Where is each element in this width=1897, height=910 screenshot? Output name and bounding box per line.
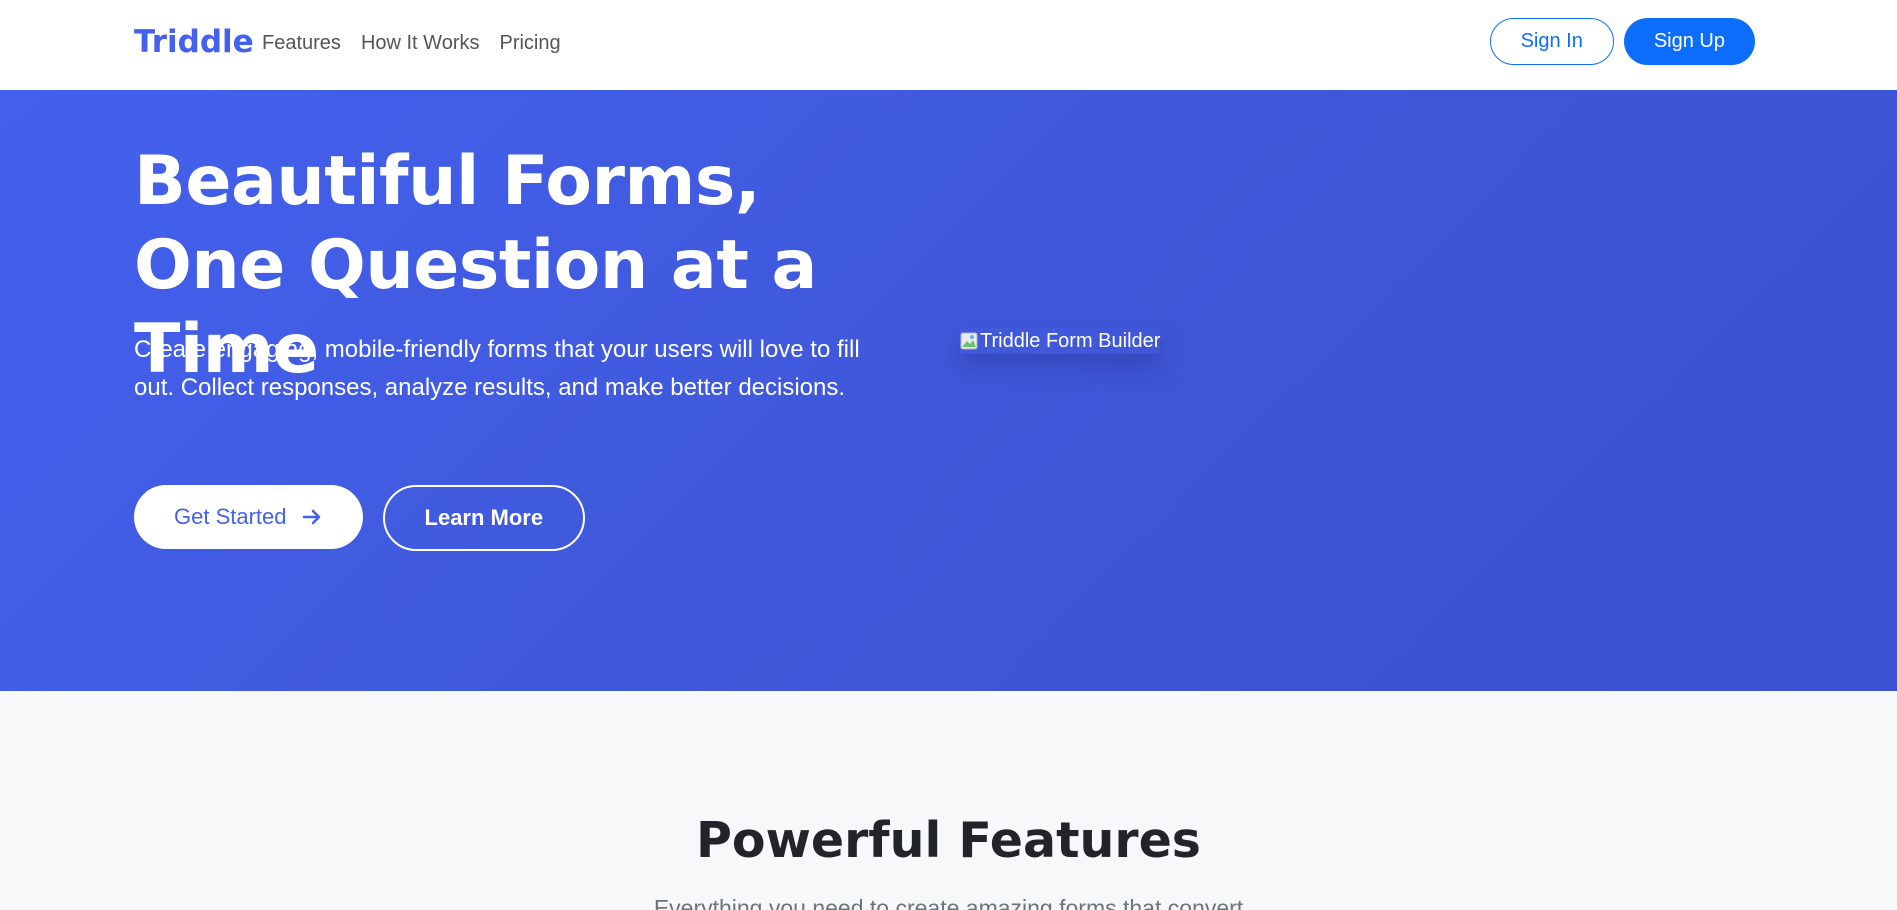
get-started-label: Get Started — [174, 504, 287, 529]
hero-subtitle: Create engaging, mobile-friendly forms t… — [134, 336, 860, 401]
broken-image-icon — [960, 332, 978, 350]
features-subtitle: Everything you need to create amazing fo… — [653, 895, 1244, 910]
nav-links: Features How It Works Pricing — [262, 30, 581, 56]
arrow-right-icon — [301, 506, 323, 528]
navbar: Triddle Features How It Works Pricing Si… — [0, 0, 1897, 90]
nav-actions: Sign In Sign Up — [1489, 18, 1755, 65]
nav-link-pricing[interactable]: Pricing — [499, 30, 560, 56]
nav-link-how-it-works[interactable]: How It Works — [361, 30, 480, 56]
sign-up-button[interactable]: Sign Up — [1623, 18, 1755, 65]
brand-logo[interactable]: Triddle — [134, 22, 254, 62]
hero-section: Beautiful Forms, One Question at a Time … — [0, 90, 1897, 691]
page: Triddle Features How It Works Pricing Si… — [0, 0, 1897, 910]
hero-actions: Get Started Learn More — [134, 485, 586, 551]
hero-image-alt-text: Triddle Form Builder — [980, 330, 1161, 352]
hero-image: Triddle Form Builder — [960, 328, 1160, 354]
features-title: Powerful Features — [696, 812, 1201, 869]
learn-more-button[interactable]: Learn More — [382, 485, 586, 551]
nav-link-features[interactable]: Features — [262, 30, 341, 56]
sign-in-button[interactable]: Sign In — [1489, 18, 1614, 65]
get-started-button[interactable]: Get Started — [134, 485, 363, 549]
